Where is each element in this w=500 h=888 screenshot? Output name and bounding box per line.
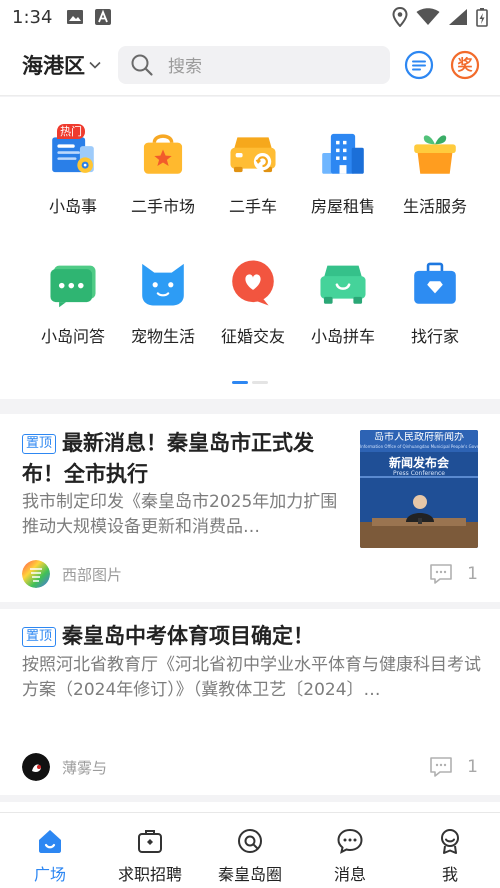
award-label: 奖 [457, 55, 473, 74]
qa-icon [50, 265, 96, 308]
circle-icon [238, 829, 262, 853]
avatar[interactable] [22, 560, 50, 588]
category-used-car[interactable]: 二手车 [207, 97, 299, 217]
thumb-subtitle: Press Conference [393, 470, 445, 477]
carousel-dot [252, 381, 268, 384]
briefcase-icon [414, 262, 456, 304]
comment-number: 1 [467, 564, 478, 584]
category-carpool[interactable]: 小岛拼车 [297, 227, 389, 347]
signal-icon [449, 9, 467, 25]
comment-icon [430, 757, 452, 777]
feed-meta: 西部图片 1 [22, 560, 478, 588]
car-icon [230, 137, 276, 173]
comment-count[interactable]: 1 [429, 756, 478, 778]
nav-label: 消息 [333, 865, 366, 884]
feed-summary: 我市制定印发《秦皇岛市2025年加力扩围推动大规模设备更新和消费品… [22, 492, 338, 537]
carousel-dot-active [232, 381, 248, 384]
comment-count[interactable]: 1 [429, 563, 478, 585]
heart-chat-icon [232, 260, 274, 306]
nav-label: 广场 [33, 865, 66, 884]
carousel-indicator [232, 381, 268, 384]
carpool-icon [320, 265, 366, 304]
category-label: 小岛问答 [40, 327, 105, 346]
bottom-navigation: 广场 求职招聘 秦皇岛圈 消息 我 [0, 812, 500, 888]
feed-title-text: 最新消息！秦皇岛市正式发布！全市执行 [22, 431, 315, 486]
category-label: 宠物生活 [130, 327, 195, 346]
thumb-banner: 岛市人民政府新闻办 [374, 432, 464, 443]
category-label: 生活服务 [402, 197, 467, 216]
category-label: 小岛事 [48, 197, 97, 216]
category-second-hand-market[interactable]: 二手市场 [117, 97, 209, 217]
category-expert[interactable]: 找行家 [389, 227, 481, 347]
nav-label: 秦皇岛圈 [217, 865, 282, 884]
feed-title-text: 秦皇岛中考体育项目确定！ [62, 624, 315, 648]
font-icon [95, 9, 112, 25]
comment-icon [430, 564, 452, 584]
category-label: 小岛拼车 [310, 327, 375, 346]
category-xiaodaoshi[interactable]: 热门 小岛事 [27, 97, 119, 217]
comment-number: 1 [467, 757, 478, 777]
category-housing[interactable]: 房屋租售 [297, 97, 389, 217]
top-header: 海港区 搜索 奖 [0, 34, 500, 96]
feed-title: 置顶 最新消息！秦皇岛市正式发布！全市执行 [22, 428, 346, 490]
status-bar: 1:34 [0, 0, 500, 34]
status-indicators [392, 7, 488, 27]
briefcase-nav-icon [138, 830, 162, 853]
shopping-bag-icon [143, 134, 183, 174]
message-icon [337, 828, 363, 854]
district-selector[interactable]: 海港区 [22, 50, 110, 80]
feed-item[interactable]: 置顶 最新消息！秦皇岛市正式发布！全市执行 我市制定印发《秦皇岛市2025年加力扩… [0, 414, 500, 602]
gallery-icon [67, 10, 84, 24]
nav-label: 我 [441, 865, 458, 884]
category-qa[interactable]: 小岛问答 [27, 227, 119, 347]
building-icon [322, 133, 364, 174]
category-label: 二手市场 [130, 197, 195, 216]
nav-messages[interactable]: 消息 [300, 813, 400, 888]
location-icon [392, 7, 408, 27]
author-name[interactable]: 西部图片 [62, 564, 122, 585]
feed-thumbnail[interactable]: 岛市人民政府新闻办 Information Office of Qinhuang… [360, 430, 478, 548]
nav-profile[interactable]: 我 [400, 813, 500, 888]
search-icon [131, 54, 153, 76]
nav-label: 求职招聘 [117, 865, 182, 884]
category-label: 二手车 [228, 197, 277, 216]
profile-icon [441, 829, 459, 854]
category-label: 找行家 [410, 327, 459, 346]
category-life-services[interactable]: 生活服务 [389, 97, 481, 217]
search-placeholder: 搜索 [168, 57, 202, 77]
hot-badge: 热门 [57, 124, 85, 139]
wifi-icon [416, 8, 440, 25]
status-time: 1:34 [12, 6, 53, 28]
category-label: 征婚交友 [220, 327, 285, 346]
chevron-down-icon [89, 61, 101, 69]
nav-square[interactable]: 广场 [0, 813, 100, 888]
category-label: 房屋租售 [310, 197, 375, 216]
nav-jobs[interactable]: 求职招聘 [100, 813, 200, 888]
pet-icon [142, 263, 184, 306]
battery-icon [476, 8, 488, 27]
search-input[interactable]: 搜索 [118, 45, 390, 84]
feed-item[interactable]: 置顶 秦皇岛中考体育项目确定！ 按照河北省教育厅《河北省初中学业水平体育与健康科目… [0, 609, 500, 795]
feed-title: 置顶 秦皇岛中考体育项目确定！ [22, 621, 482, 652]
district-label: 海港区 [22, 53, 85, 78]
gift-icon [414, 135, 456, 174]
nav-circle[interactable]: 秦皇岛圈 [200, 813, 300, 888]
avatar[interactable] [22, 753, 50, 781]
thumb-title: 新闻发布会 [388, 456, 449, 470]
pinned-badge: 置顶 [22, 627, 57, 647]
pinned-badge: 置顶 [22, 434, 57, 454]
author-name[interactable]: 薄雾与 [62, 757, 107, 778]
thumb-banner-sub: Information Office of Qinhuangdao Munici… [360, 444, 478, 449]
category-grid: 热门 小岛事 二手市场 二手车 房屋租售 生活服务 小岛问答 宠物生活 征婚交友… [0, 97, 500, 399]
feed-summary: 按照河北省教育厅《河北省初中学业水平体育与健康科目考试方案（2024年修订）》（… [22, 655, 481, 700]
category-dating[interactable]: 征婚交友 [207, 227, 299, 347]
home-icon [39, 830, 61, 853]
award-button[interactable]: 奖 [450, 50, 480, 80]
category-pet[interactable]: 宠物生活 [117, 227, 209, 347]
chat-icon[interactable] [404, 50, 434, 80]
feed-meta: 薄雾与 1 [22, 753, 478, 781]
